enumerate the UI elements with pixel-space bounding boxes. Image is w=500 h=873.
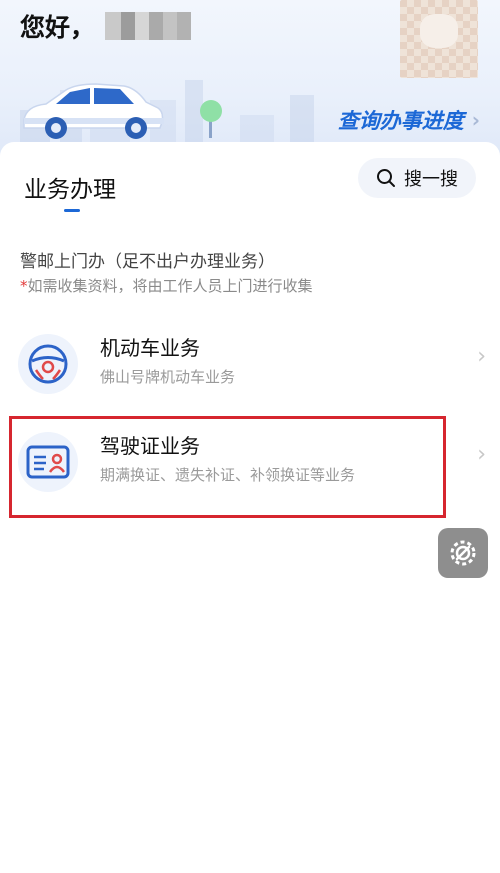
- list-item-driver-license-service[interactable]: 驾驶证业务 期满换证、遗失补证、补领换证等业务 ›: [0, 420, 500, 506]
- service-description: 期满换证、遗失补证、补领换证等业务: [100, 466, 356, 484]
- service-description: 佛山号牌机动车业务: [100, 368, 236, 386]
- required-asterisk: *: [20, 277, 28, 295]
- tree-illustration: [200, 100, 222, 138]
- greeting-text: 您好，: [20, 13, 96, 42]
- steering-wheel-icon: [18, 334, 78, 394]
- list-item-vehicle-service[interactable]: 机动车业务 佛山号牌机动车业务 ›: [0, 322, 500, 408]
- avatar[interactable]: [400, 0, 478, 78]
- service-title: 驾驶证业务: [100, 434, 200, 458]
- service-title: 机动车业务: [100, 336, 200, 360]
- search-icon: [377, 169, 395, 187]
- check-progress-label: 查询办事进度: [337, 109, 464, 133]
- home-service-heading: 警邮上门办（足不出户办理业务）: [20, 252, 275, 272]
- car-illustration: [23, 83, 164, 139]
- check-progress-link[interactable]: 查询办事进度 ›: [338, 105, 480, 135]
- chevron-right-icon: ›: [477, 442, 486, 467]
- search-button[interactable]: 搜一搜: [358, 158, 476, 198]
- search-label: 搜一搜: [404, 169, 458, 190]
- hero-banner: 您好， 查询办事进度 ›: [0, 0, 500, 160]
- license-card-icon: [18, 432, 78, 492]
- gear-icon: [450, 540, 476, 566]
- chevron-right-icon: ›: [471, 108, 480, 132]
- home-service-note: *如需收集资料，将由工作人员上门进行收集: [20, 275, 313, 296]
- tab-underline-indicator: [64, 209, 80, 212]
- floating-tools-button[interactable]: [438, 528, 488, 578]
- chevron-right-icon: ›: [477, 344, 486, 369]
- home-service-note-text: 如需收集资料，将由工作人员上门进行收集: [27, 277, 313, 295]
- section-title: 业务办理: [24, 177, 116, 203]
- user-name-blurred: [105, 12, 192, 40]
- greeting: 您好，: [20, 8, 192, 44]
